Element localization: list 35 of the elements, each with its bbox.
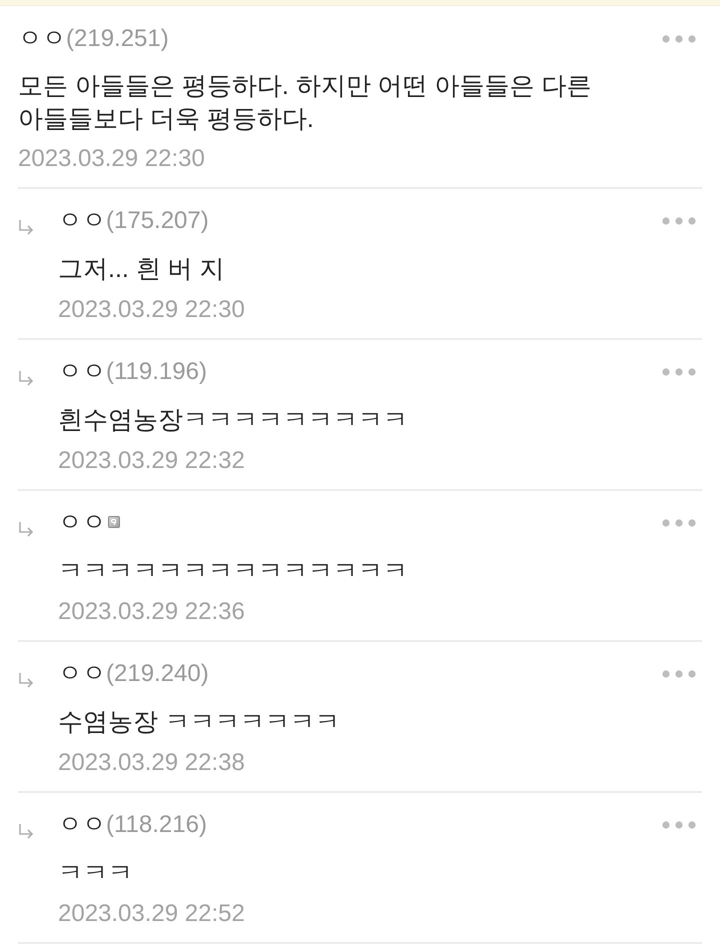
comment-date: 2023.03.29 22:30 [58, 295, 245, 325]
nickname[interactable]: ㅇㅇ [58, 358, 106, 385]
reply-arrow-icon [18, 218, 34, 235]
reply-arrow-icon [18, 370, 34, 386]
more-icon[interactable] [662, 368, 696, 376]
comment-text: 그저... 흰 버 지 [58, 254, 226, 285]
reply-arrow-icon [18, 822, 34, 839]
comment-date: 2023.03.29 22:52 [58, 899, 245, 929]
nickname[interactable]: ㅇㅇ [58, 811, 106, 838]
more-icon[interactable] [662, 670, 696, 678]
nickname[interactable]: ㅇㅇ [58, 660, 106, 687]
comment-date: 2023.03.29 22:38 [58, 748, 245, 778]
ip-address: (219.240) [106, 660, 209, 687]
comment-text: 수염농장 ㅋㅋㅋㅋㅋㅋㅋ [58, 707, 341, 738]
comment-text: 모든 아들들은 평등하다. 하지만 어떤 아들들은 다른 아들들보다 더욱 평등하다. [18, 71, 593, 135]
comment-text: ㅋㅋㅋ [58, 858, 134, 889]
more-icon[interactable] [662, 519, 696, 527]
comment-text: 흰수염농장ㅋㅋㅋㅋㅋㅋㅋㅋㅋ [58, 405, 409, 436]
comment-text: ㅋㅋㅋㅋㅋㅋㅋㅋㅋㅋㅋㅋㅋㅋ [58, 556, 409, 587]
nickname[interactable]: ㅇㅇ [18, 25, 66, 52]
comment-date: 2023.03.29 22:36 [58, 597, 245, 627]
reply-arrow-icon [18, 672, 34, 688]
ip-address: (219.251) [66, 25, 169, 52]
more-icon[interactable] [662, 35, 696, 43]
reply-arrow-icon [18, 520, 34, 537]
comment-date: 2023.03.29 22:30 [18, 144, 205, 174]
nickname[interactable]: ㅇㅇ [58, 207, 106, 234]
ip-address: (118.216) [106, 811, 207, 838]
more-icon[interactable] [662, 217, 696, 225]
ip-address: (175.207) [106, 207, 209, 234]
nickname[interactable]: ㅇㅇ [58, 509, 106, 536]
more-icon[interactable] [662, 821, 696, 829]
ip-address: (119.196) [106, 358, 207, 385]
comment-date: 2023.03.29 22:32 [58, 446, 245, 476]
badge-icon [108, 516, 120, 528]
